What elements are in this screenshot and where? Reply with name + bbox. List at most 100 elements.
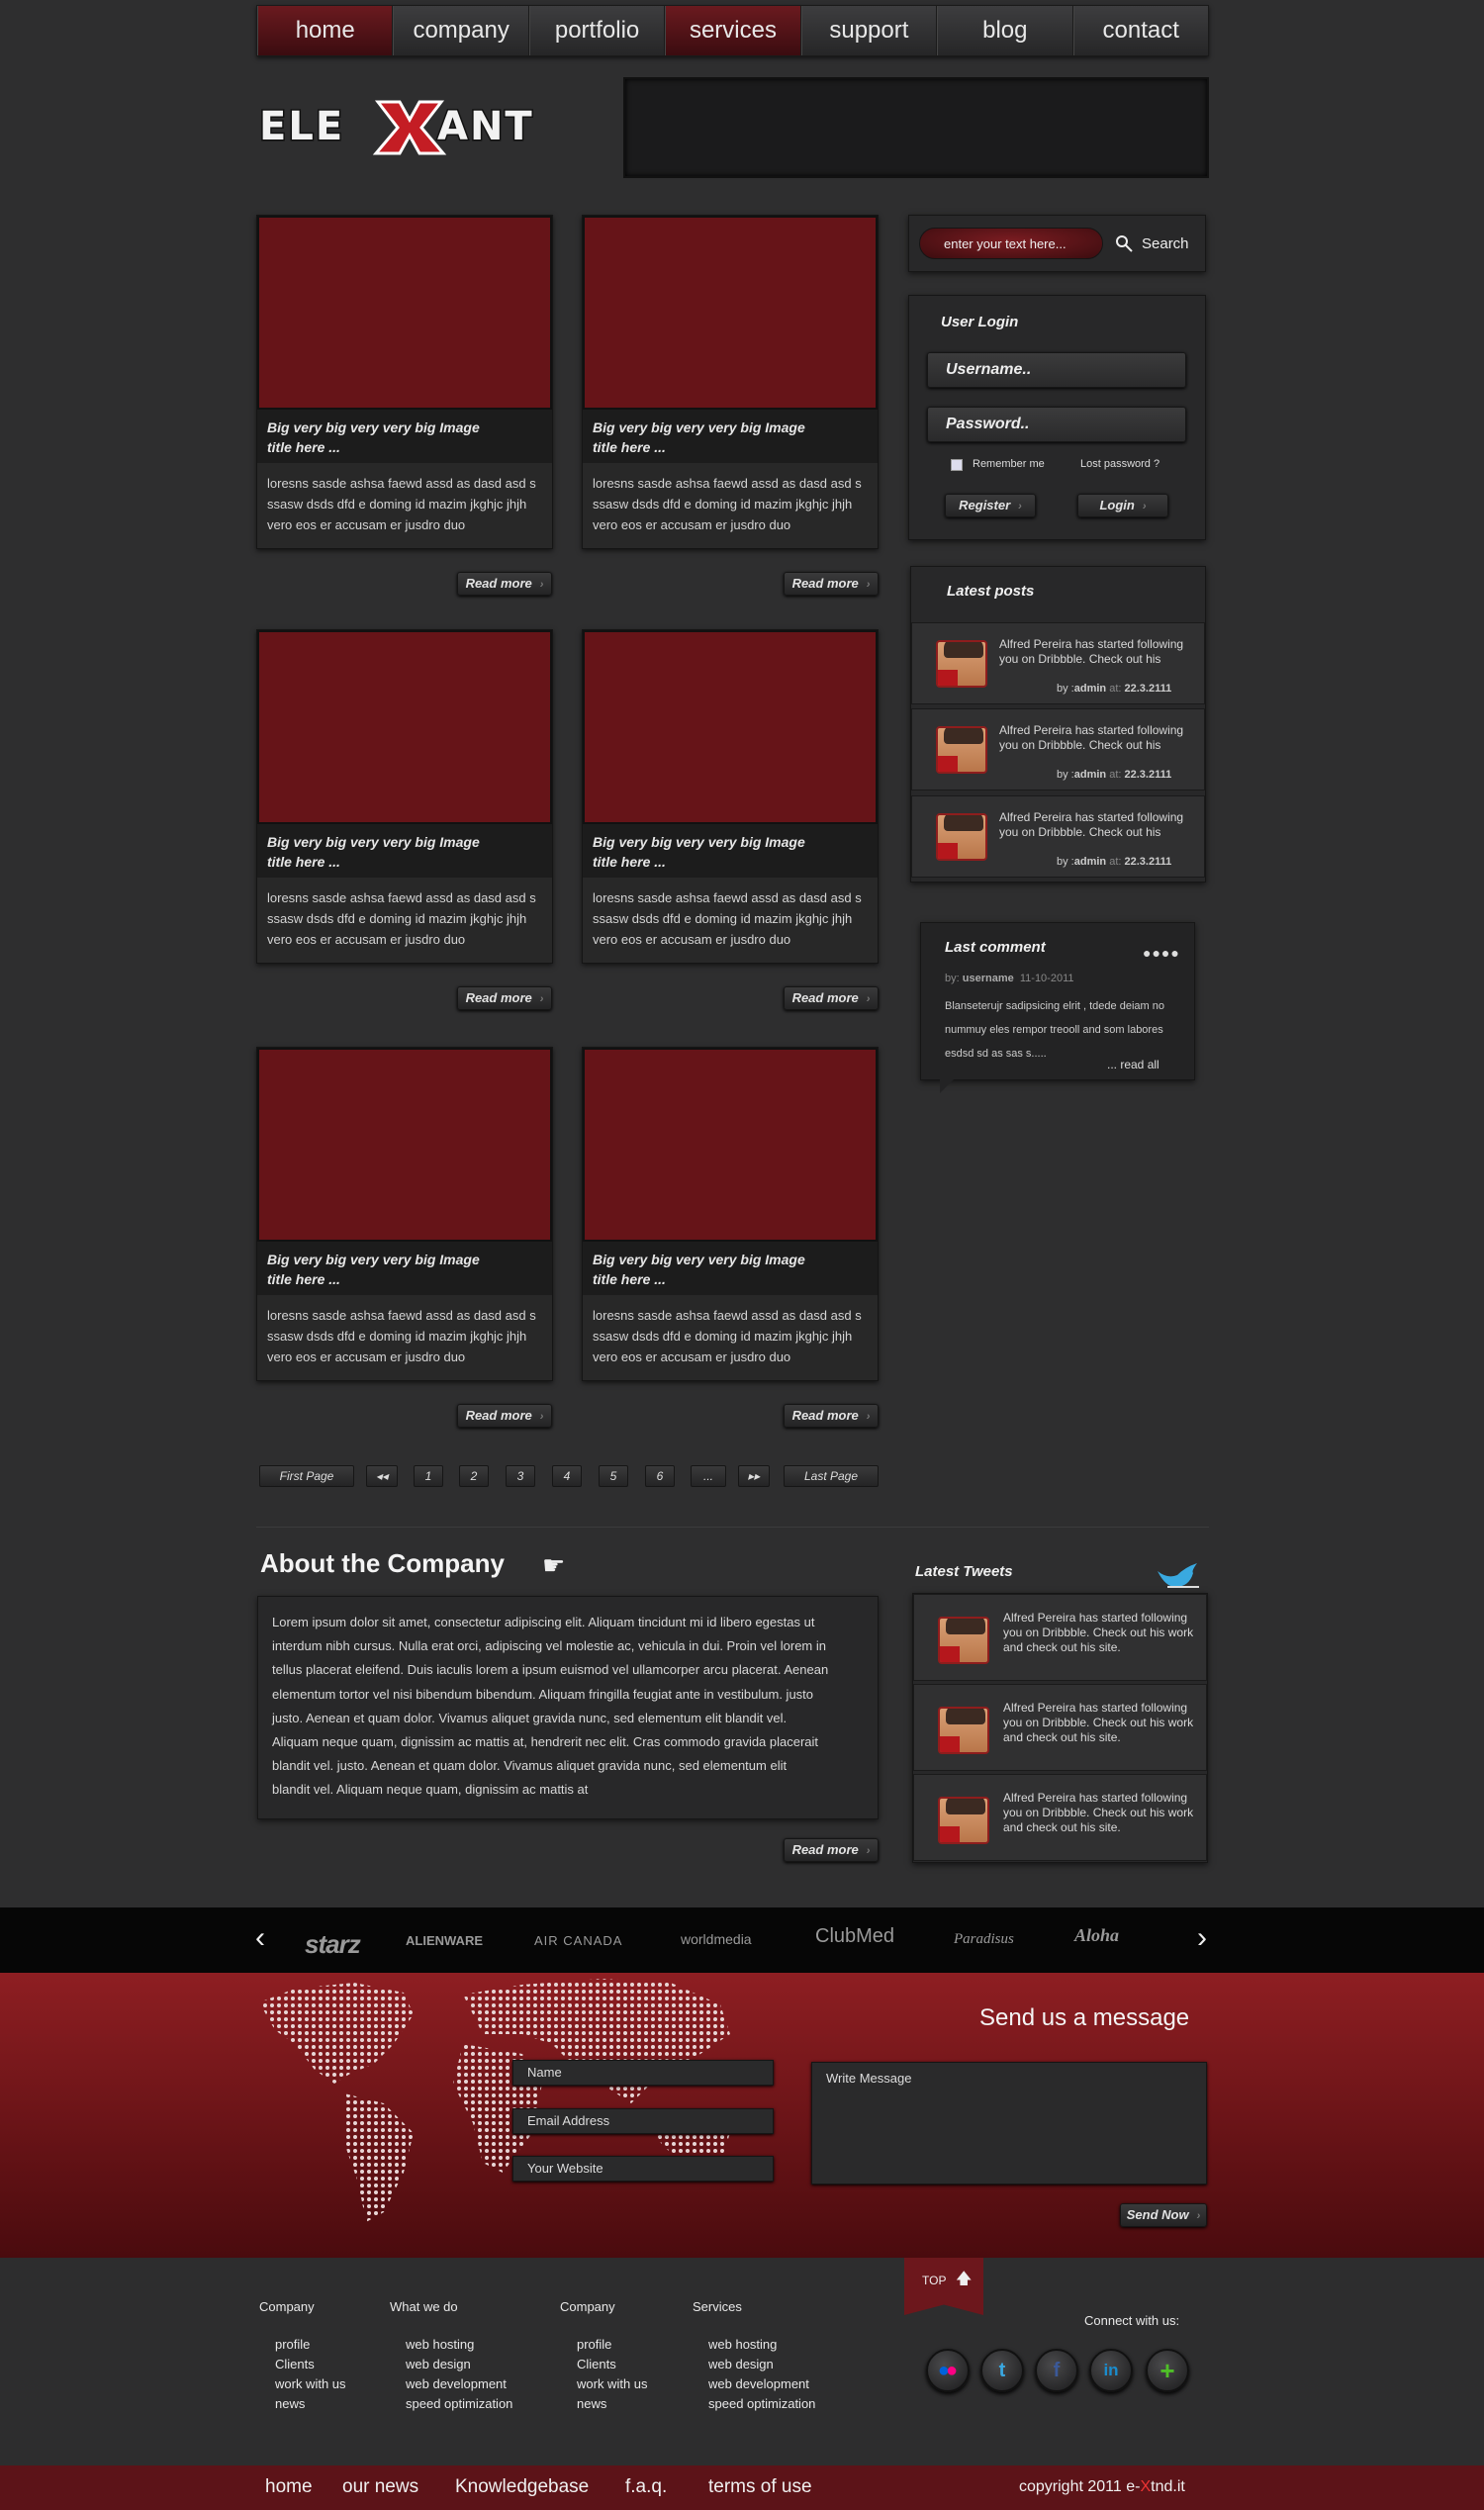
page-4-button[interactable]: 4 [552,1465,582,1487]
bottom-link-faq[interactable]: f.a.q. [625,2476,667,2498]
list-item[interactable]: Alfred Pereira has started following you … [911,795,1205,878]
read-more-button[interactable]: Read more [784,986,879,1010]
bottom-link-knowledgebase[interactable]: Knowledgebase [455,2476,589,2498]
linkedin-icon[interactable]: in [1089,2349,1133,2392]
last-comment-title: Last comment [945,939,1046,956]
nav-home[interactable]: home [257,6,394,55]
post-excerpt: loresns sasde ashsa faewd assd as dasd a… [267,476,536,532]
latest-tweets-title: Latest Tweets [915,1563,1013,1580]
password-field[interactable]: Password.. [927,407,1186,442]
first-page-button[interactable]: First Page [259,1465,354,1487]
tweet-item[interactable]: Alfred Pereira has started following you … [913,1684,1207,1771]
post-image[interactable] [257,630,552,824]
svg-text:ELE: ELE [259,104,344,149]
nav-support[interactable]: support [800,6,938,55]
name-field[interactable]: Name [512,2060,774,2086]
post-excerpt: loresns sasde ashsa faewd assd as dasd a… [267,1308,536,1364]
brand-logo[interactable]: worldmedia [681,1931,752,1947]
lost-password-link[interactable]: Lost password ? [1080,458,1159,470]
read-more-button[interactable]: Read more [457,1404,552,1428]
read-more-button[interactable]: Read more [784,1838,879,1862]
remember-checkbox[interactable] [951,459,963,471]
post-title[interactable]: Big very big very very big Image title he… [257,410,552,463]
contact-title: Send us a message [979,2004,1190,2031]
post-excerpt: loresns sasde ashsa faewd assd as dasd a… [593,476,862,532]
svg-text:ANT: ANT [437,104,534,149]
tweets-panel: Alfred Pereira has started following you … [912,1593,1208,1863]
post-image[interactable] [583,216,878,410]
post-image[interactable] [583,630,878,824]
bottom-link-home[interactable]: home [265,2476,313,2498]
brand-logo[interactable]: Aloha [1074,1925,1119,1946]
brand-logo[interactable]: ClubMed [815,1925,894,1948]
read-more-button[interactable]: Read more [457,572,552,596]
login-button[interactable]: Login [1077,494,1168,517]
message-textarea[interactable]: Write Message [811,2062,1207,2185]
page-5-button[interactable]: 5 [599,1465,628,1487]
footer-heading: Company [259,2299,315,2314]
facebook-icon[interactable]: f [1035,2349,1078,2392]
read-more-button[interactable]: Read more [784,572,879,596]
read-all-link[interactable]: ... read all [1107,1058,1159,1071]
post-card: Big very big very very big Image title he… [582,629,879,964]
twitter-icon[interactable]: t [980,2349,1024,2392]
brand-logo[interactable]: Paradisus [954,1931,1014,1948]
post-title[interactable]: Big very big very very big Image title he… [583,1242,878,1295]
next-page-button[interactable]: ▸▸ [738,1465,770,1487]
nav-blog[interactable]: blog [937,6,1073,55]
page-3-button[interactable]: 3 [506,1465,535,1487]
post-title[interactable]: Big very big very very big Image title he… [583,410,878,463]
last-page-button[interactable]: Last Page [784,1465,879,1487]
brand-logo[interactable]: starz [305,1929,361,1960]
nav-services[interactable]: services [665,6,801,55]
read-more-button[interactable]: Read more [457,986,552,1010]
connect-label: Connect with us: [1084,2313,1180,2328]
avatar [938,1617,989,1664]
prev-page-button[interactable]: ◂◂ [366,1465,398,1487]
page-2-button[interactable]: 2 [459,1465,489,1487]
carousel-prev-button[interactable]: ‹ [255,1921,265,1955]
brand-logo[interactable]: AIR CANADA [534,1933,622,1948]
carousel-next-button[interactable]: › [1197,1921,1207,1955]
footer-links: profile Clients work with us news [275,2337,346,2411]
send-button[interactable]: Send Now [1120,2203,1207,2227]
plus-icon[interactable]: + [1146,2349,1189,2392]
post-excerpt: loresns sasde ashsa faewd assd as dasd a… [593,1308,862,1364]
search-button[interactable]: Search [1112,232,1191,255]
tweet-item[interactable]: Alfred Pereira has started following you … [913,1594,1207,1681]
email-field[interactable]: Email Address [512,2108,774,2134]
post-title[interactable]: Big very big very very big Image title he… [257,1242,552,1295]
arrow-up-icon: 🡅 [956,2271,973,2287]
more-dots-icon[interactable]: ●●●● [1143,945,1180,961]
nav-portfolio[interactable]: portfolio [528,6,666,55]
website-field[interactable]: Your Website [512,2156,774,2182]
post-image[interactable] [257,1048,552,1242]
bottom-link-terms[interactable]: terms of use [708,2476,812,2498]
list-item[interactable]: Alfred Pereira has started following you … [911,622,1205,704]
list-item[interactable]: Alfred Pereira has started following you … [911,708,1205,790]
tweet-item[interactable]: Alfred Pereira has started following you … [913,1774,1207,1861]
post-title[interactable]: Big very big very very big Image title he… [257,824,552,878]
login-panel: User Login Username.. Password.. Remembe… [908,295,1206,540]
search-input[interactable]: enter your text here... [919,228,1103,259]
post-image[interactable] [257,216,552,410]
nav-company[interactable]: company [393,6,529,55]
site-logo[interactable]: ELE ANT [258,96,546,155]
avatar [936,640,987,688]
page-ellipsis[interactable]: ... [691,1465,726,1487]
divider [256,1527,1209,1528]
brand-logo[interactable]: ALIENWARE [406,1933,483,1948]
pointing-hand-icon: ☛ [542,1550,566,1580]
register-button[interactable]: Register [945,494,1036,517]
read-more-button[interactable]: Read more [784,1404,879,1428]
footer-links: profile Clients work with us news [577,2337,648,2411]
page-6-button[interactable]: 6 [645,1465,675,1487]
post-image[interactable] [583,1048,878,1242]
bottom-link-news[interactable]: our news [342,2476,418,2498]
copyright: copyright 2011 e-Xtnd.it [1019,2478,1185,2495]
flickr-icon[interactable]: ●● [926,2349,970,2392]
username-field[interactable]: Username.. [927,352,1186,388]
page-1-button[interactable]: 1 [414,1465,443,1487]
post-title[interactable]: Big very big very very big Image title he… [583,824,878,878]
nav-contact[interactable]: contact [1072,6,1208,55]
